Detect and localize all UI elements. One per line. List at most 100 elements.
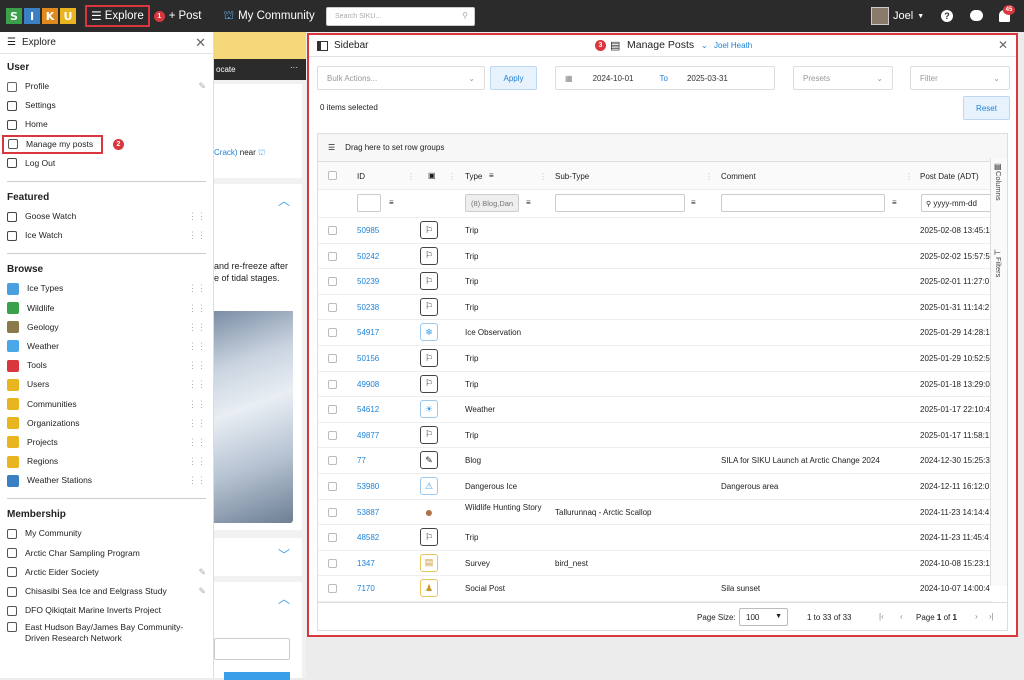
table-row[interactable]: 53887 ● Wildlife Hunting Story Tallurunnaq … [318,500,992,526]
post-id-link[interactable]: 50156 [357,354,379,363]
post-id-link[interactable]: 50239 [357,277,379,286]
row-checkbox[interactable] [328,226,337,235]
table-row[interactable]: 50156 ⚐ Trip 2025-01-29 10:52:5 [318,346,992,372]
first-page-icon[interactable]: |‹ [879,612,884,621]
drag-handle-icon[interactable]: ⋮⋮ [188,379,206,390]
post-button[interactable]: + Post [165,5,206,27]
drag-handle-icon[interactable]: ⋮⋮ [188,475,206,486]
column-menu-icon[interactable]: ⋮ [905,172,913,181]
row-checkbox[interactable] [328,328,337,338]
row-checkbox[interactable] [328,456,337,466]
drag-handle-icon[interactable]: ⋮⋮ [188,303,206,314]
drag-handle-icon[interactable]: ⋮⋮ [188,456,206,467]
post-id-link[interactable]: 54612 [357,405,379,414]
user-menu[interactable]: Joel ▼ [871,7,924,25]
explore-item-my-community[interactable]: My Community✎ [0,524,213,543]
explore-item-tools[interactable]: Tools ⋮⋮ [0,356,213,375]
page-size-select[interactable]: 100 ▼ [739,608,788,626]
column-menu-icon[interactable]: ⋮ [705,172,713,181]
presets-select[interactable]: Presets ⌄ [793,66,893,90]
bulk-actions-select[interactable]: Bulk Actions... ⌄ [317,66,485,90]
drag-handle-icon[interactable]: ⋮⋮ [188,341,206,352]
next-page-icon[interactable]: › [975,612,978,621]
column-menu-icon[interactable]: ⋮ [407,172,415,181]
chevron-down-icon[interactable]: ﹀ [278,546,290,563]
filter-select[interactable]: Filter ⌄ [910,66,1010,90]
table-row[interactable]: 49877 ⚐ Trip 2025-01-17 11:58:1 [318,423,992,449]
chevron-up-icon[interactable]: ︿ [278,192,290,209]
filter-icon[interactable]: ≡ [489,171,494,180]
post-id-link[interactable]: 48582 [357,533,379,542]
filters-tab[interactable]: ⊢ Filters [994,248,1003,277]
post-id-link[interactable]: 49877 [357,431,379,440]
row-checkbox[interactable] [328,302,337,312]
ice-photo[interactable] [214,311,293,523]
explore-item-wildlife[interactable]: Wildlife ⋮⋮ [0,299,213,318]
post-id-link[interactable]: 50238 [357,303,379,312]
close-icon[interactable]: ✕ [195,35,206,51]
last-page-icon[interactable]: ›| [989,612,994,621]
columns-tab[interactable]: ▤ Columns [994,162,1003,201]
row-group-drop-zone[interactable]: ☰ Drag here to set row groups [318,134,1007,162]
row-checkbox[interactable] [328,584,337,594]
explore-item-home[interactable]: Home [0,115,213,134]
more-icon[interactable]: ··· [290,63,298,72]
explore-item-organizations[interactable]: Organizations ⋮⋮ [0,414,213,433]
chevron-up-icon[interactable]: ︿ [278,590,290,607]
table-row[interactable]: 53980 ⚠ Dangerous Ice Dangerous area 2024-12… [318,474,992,500]
table-row[interactable]: 54612 ☀ Weather 2025-01-17 22:10:4 [318,397,992,423]
drag-handle-icon[interactable]: ⋮⋮ [188,322,206,333]
filter-icon[interactable]: ≡ [389,198,394,207]
post-id-link[interactable]: 77 [357,456,366,465]
explore-item-dfo-qikiqtait-marine-inverts-project[interactable]: DFO Qikiqtait Marine Inverts Project✎ [0,601,213,620]
row-checkbox[interactable] [328,354,337,363]
table-row[interactable]: 1347 ▤ Survey bird_nest 2024-10-08 15:23:1 [318,551,992,577]
explore-item-ice-types[interactable]: Ice Types ⋮⋮ [0,279,213,298]
drag-handle-icon[interactable]: ⋮⋮ [188,437,206,448]
post-id-link[interactable]: 53887 [357,508,379,517]
table-row[interactable]: 50238 ⚐ Trip 2025-01-31 11:14:2 [318,295,992,321]
row-checkbox[interactable] [328,482,337,491]
close-icon[interactable]: ✕ [998,38,1008,52]
table-row[interactable]: 50242 ⚐ Trip 2025-02-02 15:57:5 [318,244,992,270]
subtype-filter-input[interactable] [555,194,685,212]
post-id-link[interactable]: 50242 [357,252,379,261]
prev-page-icon[interactable]: ‹ [900,612,903,621]
drag-handle-icon[interactable]: ⋮⋮ [188,283,206,294]
chevron-down-icon[interactable]: ⌄ [701,41,708,50]
explore-item-regions[interactable]: Regions ⋮⋮ [0,452,213,471]
drag-handle-icon[interactable]: ✎ [198,567,206,578]
sidebar-toggle-icon[interactable] [317,40,328,51]
row-checkbox[interactable] [328,277,337,287]
drag-handle-icon[interactable]: ⋮⋮ [188,418,206,429]
post-id-link[interactable]: 7170 [357,584,375,593]
column-menu-icon[interactable]: ⋮ [448,172,456,181]
image-column-icon[interactable]: ▣ [428,171,436,180]
drag-handle-icon[interactable]: ✎ [198,586,206,597]
siku-logo[interactable]: SIKU [6,8,78,24]
table-row[interactable]: 7170 ♟ Social Post Sila sunset 2024-10-07 14… [318,576,992,602]
explore-item-weather-stations[interactable]: Weather Stations ⋮⋮ [0,471,213,490]
help-icon[interactable]: ? [941,10,953,22]
filter-icon[interactable]: ≡ [892,198,897,207]
id-filter-input[interactable] [357,194,381,212]
post-id-link[interactable]: 50985 [357,226,379,235]
explore-item-projects[interactable]: Projects ⋮⋮ [0,433,213,452]
filter-icon[interactable]: ≡ [526,198,531,207]
search-input[interactable]: Search SIKU... ⚲ [326,7,475,26]
explore-item-arctic-char-sampling-program[interactable]: Arctic Char Sampling Program✎ [0,544,213,563]
blue-button[interactable] [224,672,290,680]
row-checkbox[interactable] [328,558,337,568]
drag-handle-icon[interactable]: ⋮⋮ [188,230,206,241]
explore-item-goose-watch[interactable]: Goose Watch ⋮⋮ [0,207,213,226]
explore-item-settings[interactable]: Settings [0,96,213,115]
filter-icon[interactable]: ≡ [691,198,696,207]
row-checkbox[interactable] [328,251,337,261]
table-row[interactable]: 50239 ⚐ Trip 2025-02-01 11:27:0 [318,269,992,295]
explore-item-weather[interactable]: Weather ⋮⋮ [0,337,213,356]
explore-item-profile[interactable]: Profile ✎ [0,77,213,96]
select-all-checkbox[interactable] [328,171,337,180]
drag-handle-icon[interactable]: ⋮⋮ [188,399,206,410]
drag-handle-icon[interactable]: ⋮⋮ [188,211,206,222]
reset-button[interactable]: Reset [963,96,1010,120]
